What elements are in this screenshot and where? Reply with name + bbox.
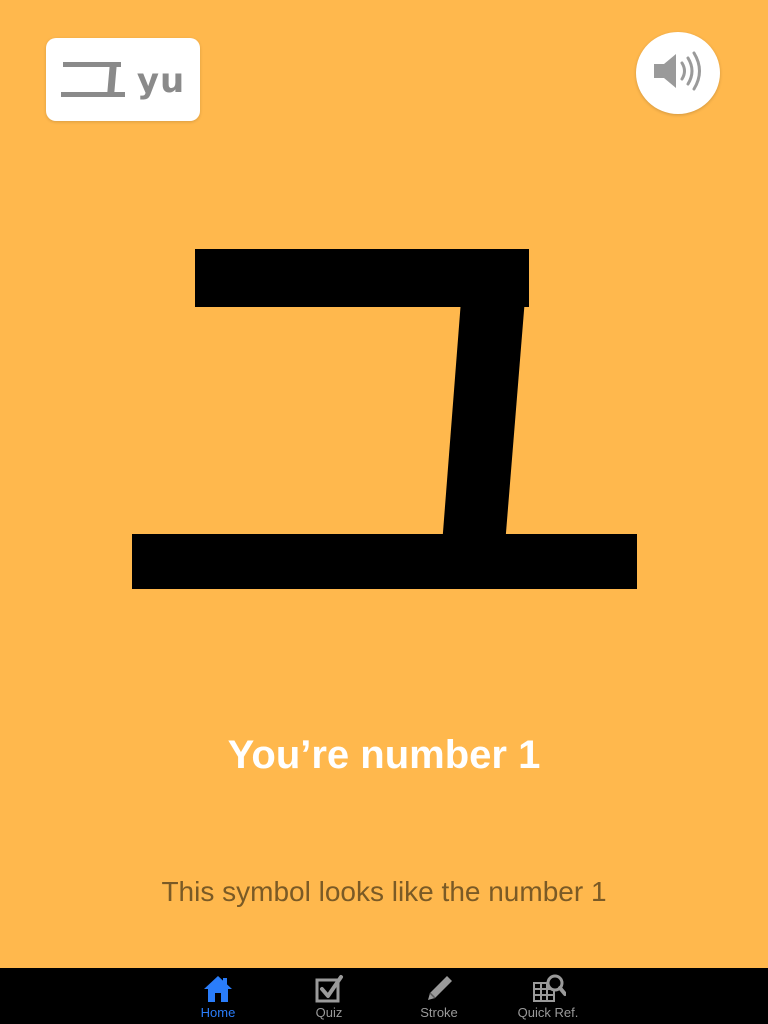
home-icon [202, 973, 234, 1005]
pencil-icon [423, 973, 455, 1005]
lesson-description: This symbol looks like the number 1 [161, 876, 607, 907]
checkbox-icon [313, 973, 345, 1005]
tab-stroke[interactable]: Stroke [394, 968, 484, 1024]
grid-search-icon [532, 973, 567, 1005]
lesson-caption: You’re number 1 [227, 733, 541, 777]
tab-quiz[interactable]: Quiz [284, 968, 374, 1024]
large-symbol [132, 249, 637, 589]
tab-quiz-label: Quiz [315, 1005, 343, 1020]
tab-home-label: Home [200, 1005, 236, 1020]
tab-quick-ref[interactable]: Quick Ref. [503, 968, 593, 1024]
tab-bar: Home Quiz Stroke Quick Ref. [0, 968, 768, 1024]
tab-home[interactable]: Home [173, 968, 263, 1024]
main-content: yu You’re number 1 This symbol looks lik… [0, 0, 768, 968]
symbol-bottom-stroke [132, 534, 637, 589]
tab-quick-ref-label: Quick Ref. [517, 1005, 579, 1020]
tab-stroke-label: Stroke [420, 1005, 458, 1020]
